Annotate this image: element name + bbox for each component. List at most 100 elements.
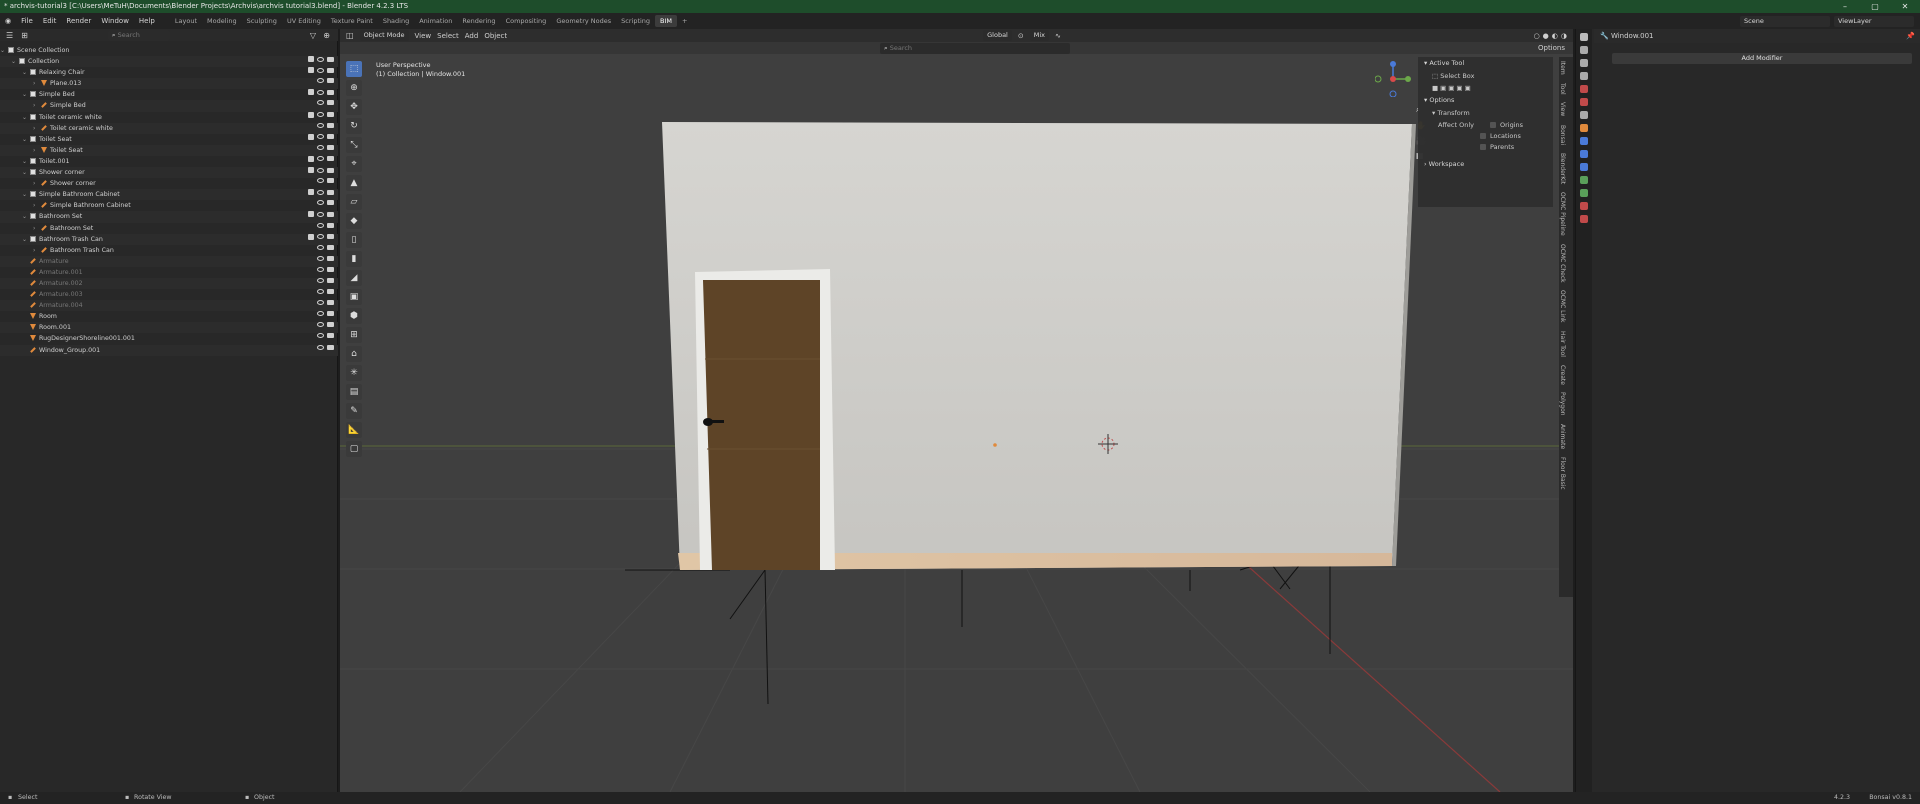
sidebar-tab[interactable]: Create (1559, 361, 1566, 389)
outliner-item[interactable]: Armature.002 (30, 278, 83, 289)
origins-checkbox[interactable] (1490, 121, 1497, 128)
eye-icon[interactable] (317, 234, 324, 240)
sidebar-tab[interactable]: BlenderKit (1559, 149, 1566, 188)
outliner-item[interactable]: Window_Group.001 (30, 345, 100, 356)
eye-icon[interactable] (317, 56, 324, 62)
camera-icon[interactable] (327, 89, 334, 95)
new-collection-icon[interactable]: ⊕ (323, 31, 330, 40)
tab-layout[interactable]: Layout (170, 15, 202, 27)
select-mode-buttons[interactable]: ■▣▣▣▣ (1418, 82, 1553, 94)
collapse-chevron-icon[interactable]: › (33, 78, 35, 89)
outliner-item[interactable]: Armature.001 (30, 267, 83, 278)
tab-modeling[interactable]: Modeling (202, 15, 242, 27)
add-workspace-icon[interactable]: + (677, 15, 692, 27)
eye-icon[interactable] (317, 112, 324, 118)
eye-icon[interactable] (317, 222, 324, 228)
tab-shading[interactable]: Shading (378, 15, 414, 27)
outliner-item[interactable]: Scene Collection (8, 45, 69, 56)
outliner-row[interactable]: Armature.003 (0, 289, 338, 300)
menu-file[interactable]: File (16, 17, 38, 25)
minimize-icon[interactable]: – (1830, 0, 1860, 13)
outliner-item[interactable]: Armature (30, 256, 69, 267)
scale-tool-icon[interactable]: ⤡ (346, 137, 362, 153)
add-cube-tool-icon[interactable]: ▢ (346, 441, 362, 457)
eye-icon[interactable] (317, 289, 324, 295)
select-box-tool-icon[interactable]: ⬚ (346, 61, 362, 77)
eye-icon[interactable] (317, 156, 324, 162)
transform-heading[interactable]: ▾ Transform (1418, 107, 1553, 119)
outliner-row[interactable]: RugDesignerShoreline001.001 (0, 333, 338, 344)
display-mode-icon[interactable]: ⊞ (21, 31, 28, 40)
pivot-icon[interactable]: ⊙ (1018, 32, 1024, 40)
sidebar-tab[interactable]: View (1559, 98, 1566, 120)
camera-icon[interactable] (327, 222, 334, 228)
camera-icon[interactable] (327, 333, 334, 339)
camera-icon[interactable] (327, 322, 334, 328)
close-icon[interactable]: ✕ (1890, 0, 1920, 13)
outliner-item[interactable]: RugDesignerShoreline001.001 (30, 333, 135, 344)
camera-icon[interactable] (327, 200, 334, 206)
slab-tool-icon[interactable]: ◆ (346, 213, 362, 229)
snap-mode[interactable]: Mix (1029, 30, 1050, 41)
tab-animation[interactable]: Animation (414, 15, 457, 27)
exclude-checkbox[interactable] (308, 133, 314, 140)
camera-icon[interactable] (327, 144, 334, 150)
exclude-checkbox[interactable] (308, 211, 314, 218)
particles-tab-icon[interactable] (1580, 150, 1588, 158)
transform-tool-icon[interactable]: ⌖ (346, 156, 362, 172)
shading-material-icon[interactable]: ◐ (1552, 32, 1558, 40)
eye-icon[interactable] (317, 255, 324, 261)
expand-chevron-icon[interactable]: ⌄ (22, 89, 27, 100)
camera-icon[interactable] (327, 78, 334, 84)
outliner-item[interactable]: Collection (19, 56, 59, 67)
outliner-row[interactable]: ⌄ Bathroom Trash Can (0, 233, 338, 245)
outliner-row[interactable]: › Bathroom Set (0, 222, 338, 234)
cursor-tool-icon[interactable]: ⊕ (346, 80, 362, 96)
eye-icon[interactable] (317, 200, 324, 206)
menu-add[interactable]: Add (465, 32, 479, 40)
expand-chevron-icon[interactable]: ⌄ (22, 112, 27, 123)
expand-chevron-icon[interactable]: ⌄ (22, 167, 27, 178)
world-tab-icon[interactable] (1580, 98, 1588, 106)
eye-icon[interactable] (317, 333, 324, 339)
outliner-item[interactable]: Room (30, 311, 57, 322)
tab-uv-editing[interactable]: UV Editing (282, 15, 326, 27)
eye-icon[interactable] (317, 134, 324, 140)
menu-select[interactable]: Select (437, 32, 459, 40)
outliner-item[interactable]: Toilet Seat (41, 145, 83, 156)
measure-tool-icon[interactable]: 📐 (346, 422, 362, 438)
outliner-item[interactable]: Shower corner (41, 178, 96, 189)
outliner-item[interactable]: Relaxing Chair (30, 67, 85, 78)
expand-chevron-icon[interactable]: ⌄ (11, 56, 16, 67)
camera-icon[interactable] (327, 156, 334, 162)
view-layer-tab-icon[interactable] (1580, 72, 1588, 80)
eye-icon[interactable] (317, 122, 324, 128)
outliner-row[interactable]: Room (0, 311, 338, 322)
sidebar-tab[interactable]: Hair Tool (1559, 327, 1566, 361)
sidebar-tab[interactable]: Tool (1559, 79, 1566, 99)
outliner-row[interactable]: ⌄ Simple Bathroom Cabinet (0, 189, 338, 201)
parents-checkbox[interactable] (1480, 143, 1486, 150)
outliner-row[interactable]: › Simple Bed (0, 100, 338, 112)
sidebar-tab[interactable]: OCMC Link (1559, 286, 1566, 326)
render-tab-icon[interactable] (1580, 46, 1588, 54)
outliner-item[interactable]: Armature.003 (30, 289, 83, 300)
outliner-row[interactable]: ⌄ Shower corner (0, 167, 338, 179)
outliner-row[interactable]: Armature (0, 255, 338, 267)
blender-logo-icon[interactable]: ◉ (0, 17, 16, 25)
transform-orientation[interactable]: Global (983, 30, 1012, 41)
outliner-search-input[interactable]: ⌕ Search (107, 29, 170, 41)
scene-tab-icon[interactable] (1580, 85, 1588, 93)
eye-icon[interactable] (317, 167, 324, 173)
tab-rendering[interactable]: Rendering (457, 15, 500, 27)
eye-icon[interactable] (317, 189, 324, 195)
exclude-checkbox[interactable] (308, 67, 314, 74)
camera-icon[interactable] (327, 112, 334, 118)
camera-icon[interactable] (327, 234, 334, 240)
outliner-item[interactable]: Toilet ceramic white (30, 112, 102, 123)
shading-solid-icon[interactable]: ● (1543, 32, 1549, 40)
camera-icon[interactable] (327, 189, 334, 195)
material-tab-icon[interactable] (1580, 202, 1588, 210)
collapse-chevron-icon[interactable]: › (33, 178, 35, 189)
exclude-checkbox[interactable] (308, 111, 314, 118)
